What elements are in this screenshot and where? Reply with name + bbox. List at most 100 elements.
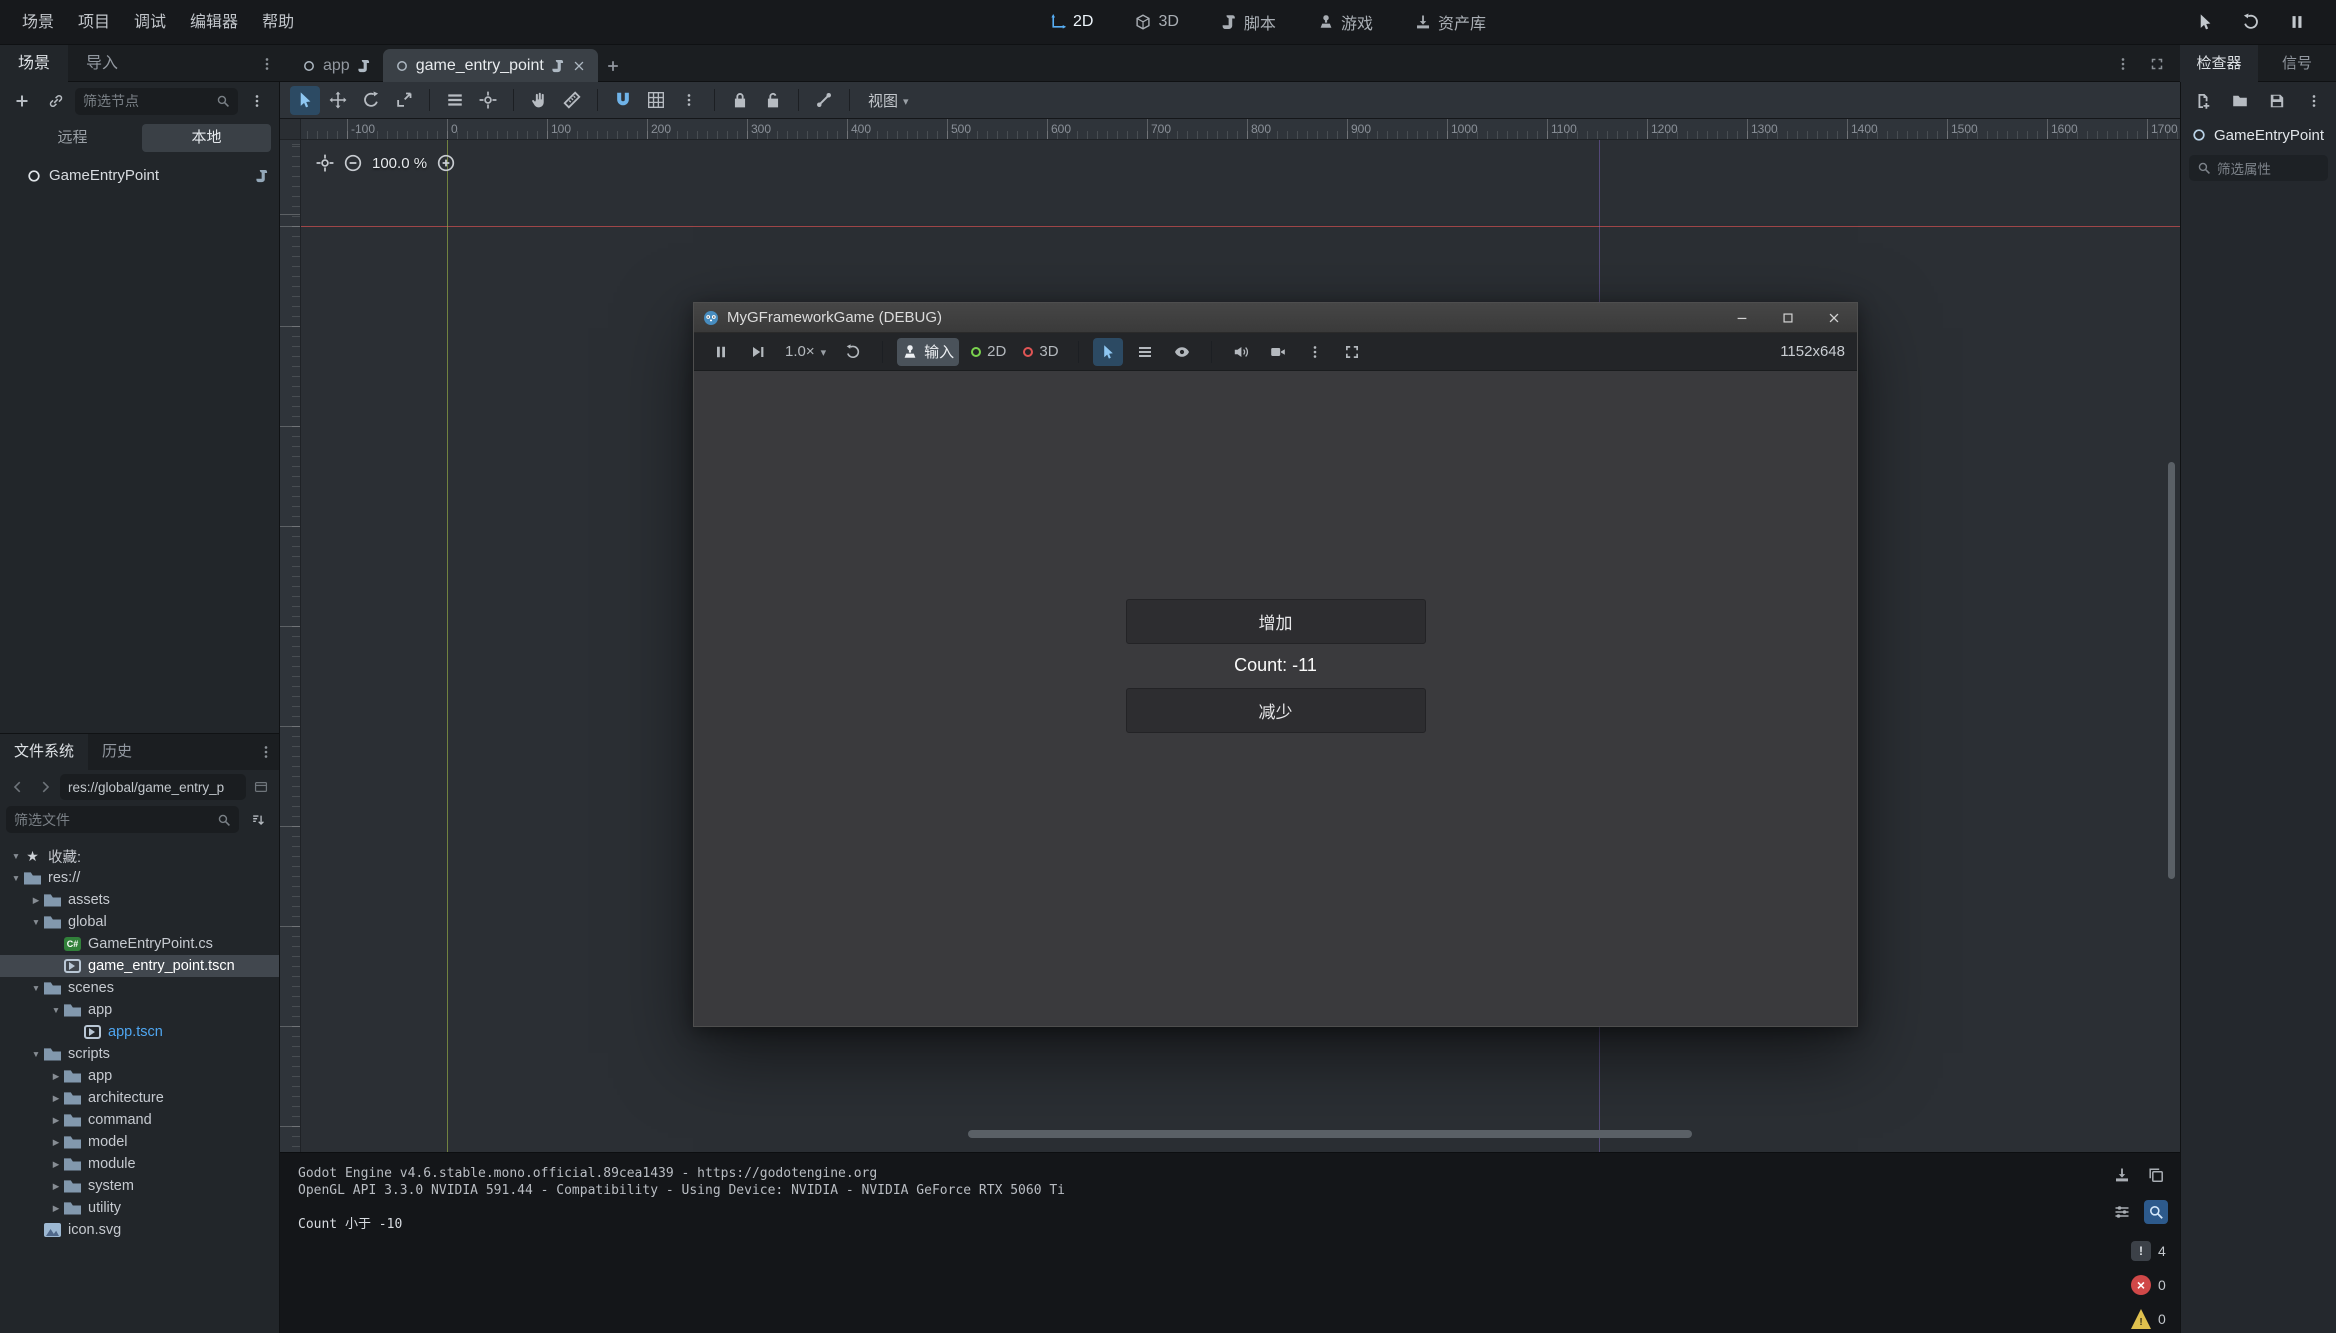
pan-tool-button[interactable] (524, 86, 554, 115)
viewport-horizontal-scrollbar[interactable] (968, 1130, 1692, 1138)
menubar-menu[interactable]: 项目 (66, 0, 122, 45)
new-resource-button[interactable] (2188, 87, 2218, 116)
tree-expand-arrow[interactable] (48, 1159, 64, 1170)
workspace-assetlib-button[interactable]: 资产库 (1407, 6, 1494, 38)
file-tree-item[interactable]: architecture (0, 1087, 279, 1109)
ruler-tool-button[interactable] (557, 86, 587, 115)
restart-button[interactable] (838, 338, 868, 366)
viewport-vertical-scrollbar[interactable] (2168, 462, 2175, 879)
filesystem-menu-button[interactable] (253, 737, 279, 767)
messages-counter[interactable]: 4 (2131, 1241, 2168, 1261)
game-window-titlebar[interactable]: MyGFrameworkGame (DEBUG) (694, 303, 1857, 333)
file-tree-item[interactable]: icon.svg (0, 1219, 279, 1241)
zoom-out-button[interactable] (344, 154, 362, 172)
file-tree-item[interactable]: GameEntryPoint.cs (0, 933, 279, 955)
tree-expand-arrow[interactable] (48, 1115, 64, 1126)
errors-counter[interactable]: 0 (2131, 1275, 2168, 1295)
menubar-menu[interactable]: 调试 (122, 0, 178, 45)
warnings-counter[interactable]: 0 (2131, 1309, 2168, 1329)
scale-tool-button[interactable] (389, 86, 419, 115)
dock-menu-button[interactable] (254, 49, 280, 79)
file-tree-item[interactable]: assets (0, 889, 279, 911)
scene-tab-app[interactable]: app (290, 49, 383, 82)
smart-snap-button[interactable] (608, 86, 638, 115)
save-resource-button[interactable] (2262, 87, 2292, 116)
nav-back-button[interactable] (6, 774, 30, 800)
next-frame-button[interactable] (743, 338, 773, 366)
current-path-input[interactable] (68, 780, 238, 795)
file-tree-item[interactable]: global (0, 911, 279, 933)
zoom-in-button[interactable] (437, 154, 455, 172)
workspace-script-button[interactable]: 脚本 (1213, 6, 1284, 38)
pause-button[interactable] (706, 338, 736, 366)
close-button[interactable] (1811, 303, 1857, 333)
scene-tab-game-entry-point[interactable]: game_entry_point (383, 49, 598, 82)
tree-expand-arrow[interactable] (28, 917, 44, 927)
dock-tab-import[interactable]: 导入 (68, 45, 136, 82)
filter-nodes-input[interactable] (83, 93, 210, 109)
grid-snap-button[interactable] (641, 86, 671, 115)
inspector-menu-button[interactable] (2299, 87, 2329, 116)
node-list-button[interactable] (1130, 338, 1160, 366)
file-tree-item[interactable]: system (0, 1175, 279, 1197)
pause-game-button[interactable] (2282, 7, 2312, 37)
camera-override-button[interactable] (1263, 338, 1293, 366)
clear-output-button[interactable] (2110, 1163, 2134, 1187)
zoom-level[interactable]: 100.0 % (372, 155, 427, 172)
scene-tree-root-node[interactable]: GameEntryPoint (0, 160, 279, 191)
file-tree-item[interactable]: module (0, 1153, 279, 1175)
tree-expand-arrow[interactable] (48, 1203, 64, 1214)
tree-expand-arrow[interactable] (8, 851, 24, 861)
filter-files-input[interactable] (14, 812, 211, 828)
attached-script-icon[interactable] (255, 169, 269, 183)
mute-audio-button[interactable] (1226, 338, 1256, 366)
workspace-game-button[interactable]: 游戏 (1310, 6, 1381, 38)
split-dock-button[interactable] (249, 774, 273, 800)
center-view-icon[interactable] (316, 154, 334, 172)
file-tree-item[interactable]: utility (0, 1197, 279, 1219)
decrease-button[interactable]: 减少 (1126, 688, 1426, 733)
tab-filesystem[interactable]: 文件系统 (0, 734, 88, 770)
skeleton-options-button[interactable] (809, 86, 839, 115)
remote-button[interactable]: 远程 (8, 124, 137, 152)
tree-expand-arrow[interactable] (48, 1181, 64, 1192)
file-tree-item[interactable]: app (0, 999, 279, 1021)
workspace-2d-button[interactable]: 2D (1042, 9, 1101, 35)
unlock-node-button[interactable] (758, 86, 788, 115)
file-tree-item[interactable]: game_entry_point.tscn (0, 955, 279, 977)
file-tree-item[interactable]: app (0, 1065, 279, 1087)
select-node-button[interactable] (1093, 338, 1123, 366)
speed-select[interactable]: 1.0× (780, 338, 831, 366)
view-menu-button[interactable]: 视图 (860, 86, 917, 115)
minimize-button[interactable] (1719, 303, 1765, 333)
select-tool-button[interactable] (290, 86, 320, 115)
inspected-node-row[interactable]: GameEntryPoint (2181, 120, 2336, 150)
dock-tab-signals[interactable]: 信号 (2258, 45, 2336, 82)
file-tree-item[interactable]: 收藏: (0, 845, 279, 867)
tree-expand-arrow[interactable] (48, 1093, 64, 1104)
search-output-button[interactable] (2144, 1200, 2168, 1224)
add-node-button[interactable] (7, 87, 37, 116)
2d-viewport-canvas[interactable]: 100200300400500600700800900 100.0 % MyGF… (280, 140, 2180, 1152)
move-tool-button[interactable] (323, 86, 353, 115)
dock-tab-scene[interactable]: 场景 (0, 45, 68, 82)
rotate-tool-button[interactable] (356, 86, 386, 115)
tab-history[interactable]: 历史 (88, 734, 146, 770)
snap-options-button[interactable] (674, 86, 704, 115)
visibility-button[interactable] (1167, 338, 1197, 366)
load-resource-button[interactable] (2225, 87, 2255, 116)
file-tree-item[interactable]: model (0, 1131, 279, 1153)
restart-game-button[interactable] (2236, 7, 2266, 37)
file-tree-item[interactable]: res:// (0, 867, 279, 889)
tree-expand-arrow[interactable] (28, 983, 44, 993)
file-tree-item[interactable]: app.tscn (0, 1021, 279, 1043)
3d-mode-button[interactable]: 3D (1018, 338, 1063, 366)
workspace-3d-button[interactable]: 3D (1127, 9, 1186, 35)
2d-mode-button[interactable]: 2D (966, 338, 1011, 366)
pick-node-button[interactable] (2190, 7, 2220, 37)
menubar-menu[interactable]: 编辑器 (178, 0, 250, 45)
tree-expand-arrow[interactable] (28, 1049, 44, 1059)
tree-expand-arrow[interactable] (28, 895, 44, 906)
instance-scene-button[interactable] (41, 87, 71, 116)
file-tree-item[interactable]: command (0, 1109, 279, 1131)
